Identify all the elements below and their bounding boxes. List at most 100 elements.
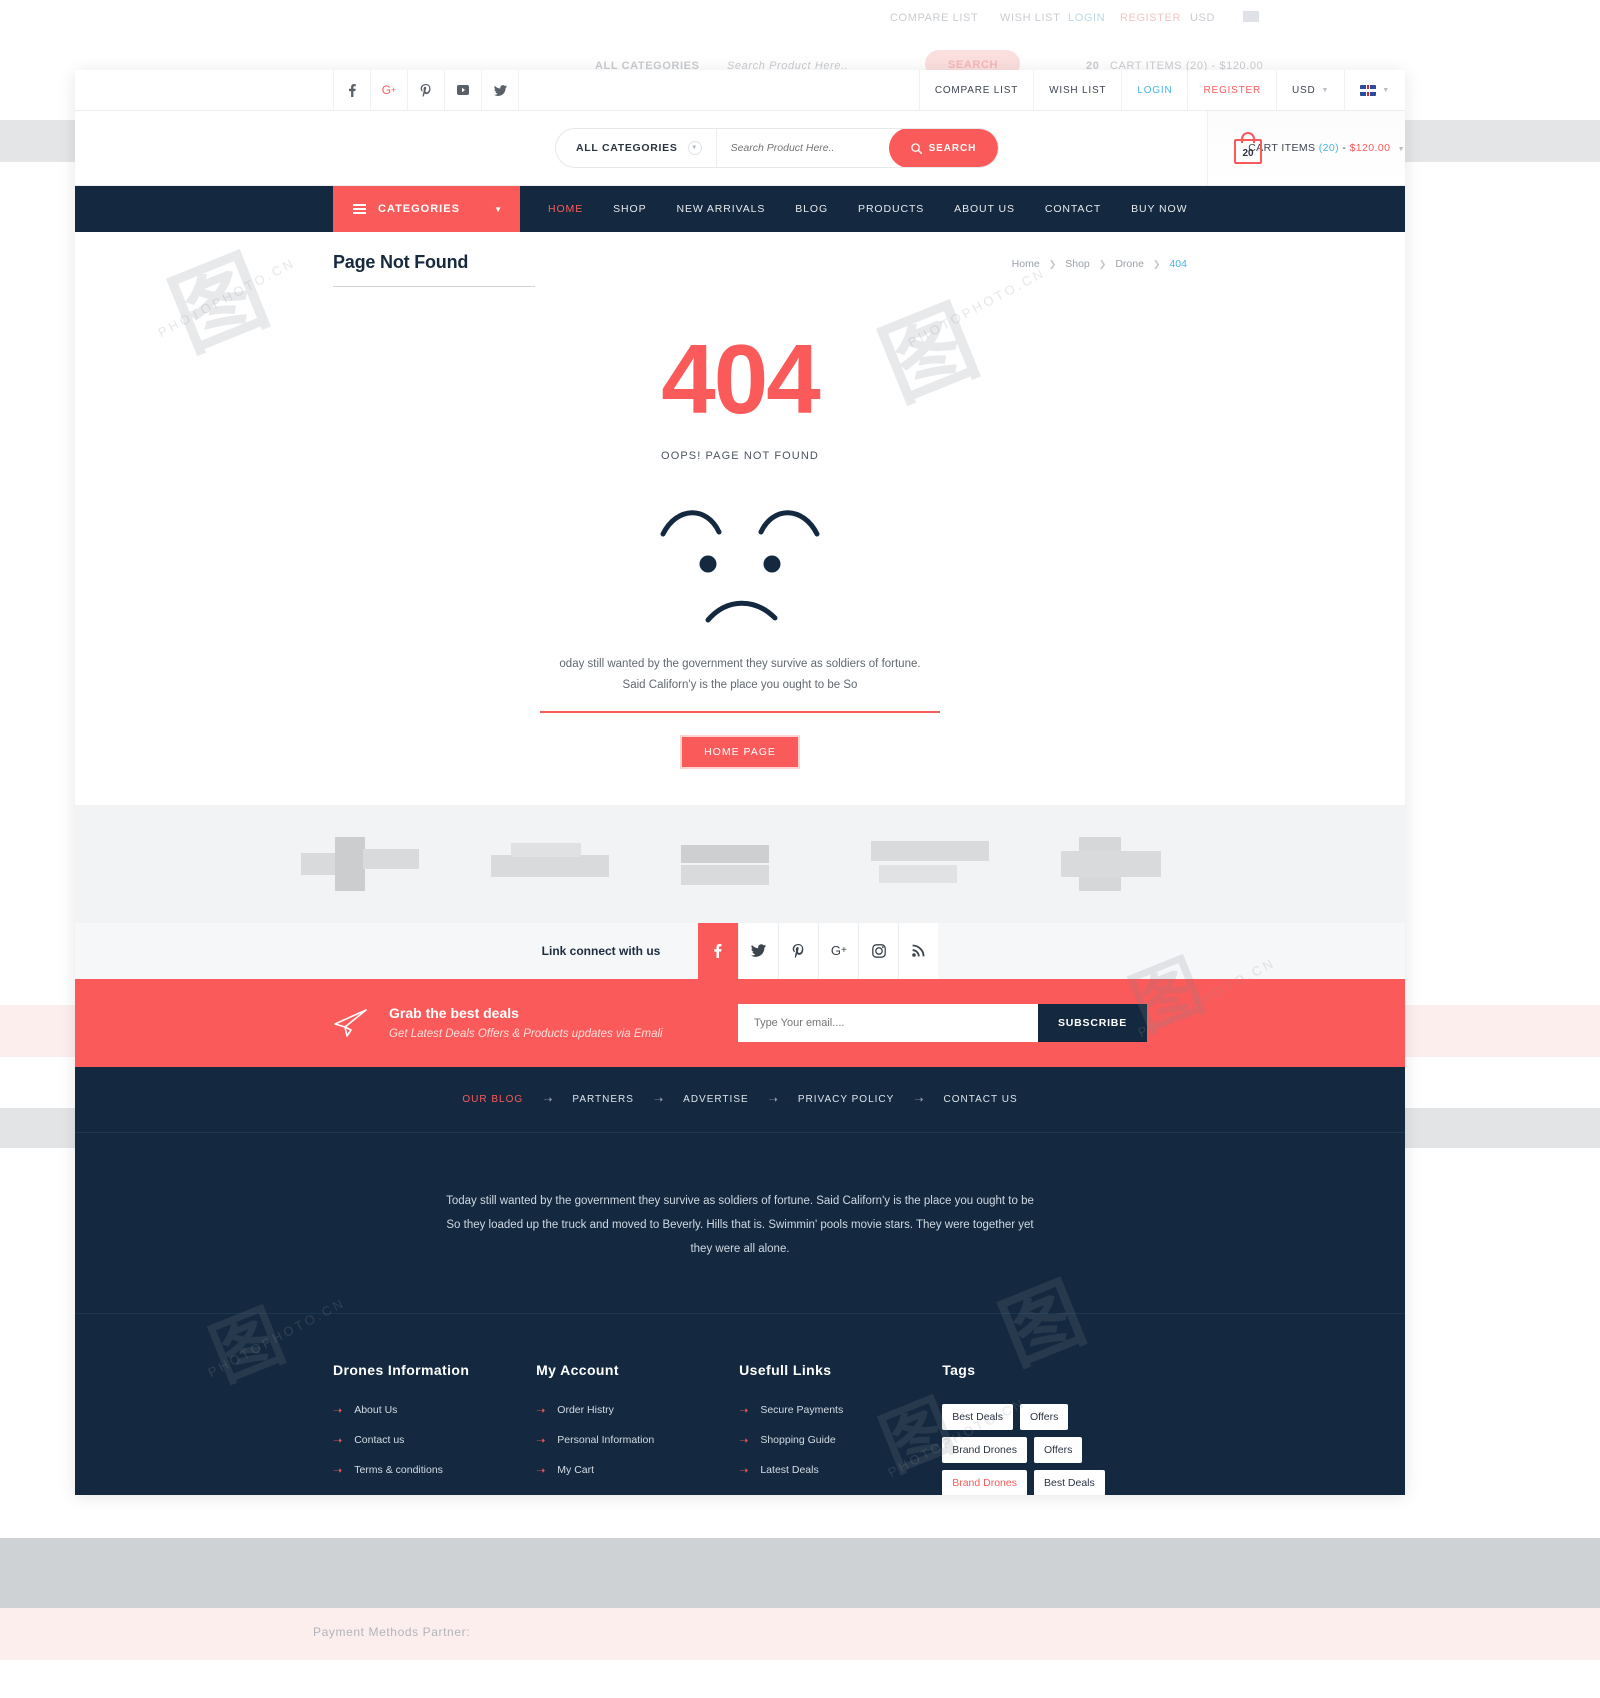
footer-columns: Drones Information ➝ About Us ➝ Contact us… <box>75 1314 1405 1495</box>
cart-summary[interactable]: 20 CART ITEMS (20) - $120.00 ▼ <box>1207 111 1405 185</box>
google-plus-icon[interactable]: G + <box>370 70 408 110</box>
instagram-icon[interactable] <box>858 922 899 979</box>
connect-label: Link connect with us <box>541 943 661 958</box>
twitter-icon[interactable] <box>481 70 519 110</box>
not-found-section: 404 OOPS! PAGE NOT FOUND oday still want… <box>75 330 1405 805</box>
tag-offers[interactable]: Offers <box>1033 1436 1083 1463</box>
arrow-right-icon: ➝ <box>739 1464 749 1477</box>
tag-offers[interactable]: Offers <box>1019 1403 1069 1430</box>
ghost-currency: USD <box>1190 12 1216 24</box>
footer-item-best-sellers[interactable]: ➝ Best Sellers <box>739 1494 942 1495</box>
chevron-down-icon: ▼ <box>1321 86 1330 94</box>
footer-item-label: Order Histry <box>557 1404 614 1417</box>
google-plus-icon[interactable]: G + <box>818 922 859 979</box>
all-categories-label: ALL CATEGORIES <box>576 142 678 154</box>
footer-item-about-us[interactable]: ➝ About Us <box>333 1404 536 1417</box>
subscribe-button[interactable]: SUBSCRIBE <box>1037 1003 1147 1042</box>
breadcrumb-item-home[interactable]: Home <box>1012 258 1040 270</box>
footer-column-title: Tags <box>942 1361 976 1378</box>
chevron-right-icon: ❯ <box>1048 258 1057 269</box>
breadcrumb-item-drone[interactable]: Drone <box>1115 258 1144 270</box>
home-page-button[interactable]: HOME PAGE <box>680 734 800 769</box>
arrow-right-icon: ➝ <box>536 1404 546 1417</box>
arrow-right-icon: ➝ <box>739 1404 749 1417</box>
cart-bag-icon: 20 <box>1234 132 1262 164</box>
footer-item-label: Privacy Policy <box>354 1494 419 1495</box>
ghost-flag-icon <box>1243 11 1259 22</box>
footer-item-secure-payments[interactable]: ➝ Secure Payments <box>739 1404 942 1417</box>
rss-icon[interactable] <box>898 922 939 979</box>
footer-item-order-history[interactable]: ➝ Order Histry <box>536 1404 739 1417</box>
site-frame: G + COMPARE LIST WISH LIST LOGIN REGISTER… <box>75 70 1405 1495</box>
footer-item-label: Latest Deals <box>760 1464 819 1477</box>
facebook-icon[interactable] <box>333 70 371 110</box>
nav-link-products[interactable]: PRODUCTS <box>858 203 924 215</box>
search-button[interactable]: SEARCH <box>888 129 999 167</box>
footer-item-label: Contact us <box>354 1434 405 1447</box>
tag-brand-drones[interactable]: Brand Drones <box>942 1436 1027 1463</box>
arrow-right-icon: ➝ <box>536 1434 546 1447</box>
wish-list-link[interactable]: WISH LIST <box>1033 70 1121 110</box>
footer-link-contact-us[interactable]: CONTACT US <box>944 1094 1018 1105</box>
login-link[interactable]: LOGIN <box>1121 70 1187 110</box>
breadcrumb-item-shop[interactable]: Shop <box>1065 258 1090 270</box>
newsletter-section: Grab the best deals Get Latest Deals Off… <box>75 978 1405 1067</box>
tag-best-deals[interactable]: Best Deals <box>1033 1469 1105 1495</box>
footer-item-personal-information[interactable]: ➝ Personal Information <box>536 1434 739 1447</box>
footer-link-advertise[interactable]: ADVERTISE <box>683 1094 749 1105</box>
pinterest-icon[interactable] <box>407 70 445 110</box>
chevron-down-icon: ▼ <box>1382 86 1390 94</box>
facebook-icon[interactable] <box>698 922 739 979</box>
currency-selector[interactable]: USD ▼ <box>1276 70 1344 110</box>
ghost-register: REGISTER <box>1120 12 1182 24</box>
compare-list-link[interactable]: COMPARE LIST <box>918 70 1033 110</box>
social-connect-bar: Link connect with us G + <box>75 922 1405 979</box>
topbar-social-list: G + <box>333 70 519 110</box>
nav-link-buy-now[interactable]: BUY NOW <box>1131 203 1187 215</box>
footer-column-title: My Account <box>536 1361 619 1378</box>
footer-item-checkout-pay[interactable]: ➝ Checkout & Pay <box>536 1494 739 1495</box>
nav-link-blog[interactable]: BLOG <box>795 203 828 215</box>
arrow-right-icon: ➝ <box>739 1494 748 1496</box>
hamburger-icon <box>353 204 366 214</box>
footer-item-my-cart[interactable]: ➝ My Cart <box>536 1464 739 1477</box>
footer-link-partners[interactable]: PARTNERS <box>572 1094 634 1105</box>
search-button-label: SEARCH <box>928 142 977 154</box>
newsletter-email-input[interactable] <box>737 1003 1038 1042</box>
ghost-login: LOGIN <box>1068 12 1106 24</box>
footer-item-label: Personal Information <box>557 1434 655 1447</box>
register-link[interactable]: REGISTER <box>1187 70 1276 110</box>
tag-brand-drones-active[interactable]: Brand Drones <box>942 1469 1027 1495</box>
nav-link-about-us[interactable]: ABOUT US <box>954 203 1015 215</box>
footer-item-terms-conditions[interactable]: ➝ Terms & conditions <box>333 1464 536 1477</box>
pinterest-icon[interactable] <box>778 922 819 979</box>
language-selector[interactable]: ▼ <box>1344 70 1405 110</box>
error-code: 404 <box>661 324 821 434</box>
footer-link-our-blog[interactable]: OUR BLOG <box>462 1094 523 1105</box>
footer-item-latest-deals[interactable]: ➝ Latest Deals <box>739 1464 942 1477</box>
youtube-icon[interactable] <box>444 70 482 110</box>
nav-link-new-arrivals[interactable]: NEW ARRIVALS <box>676 203 765 215</box>
footer-item-contact-us[interactable]: ➝ Contact us <box>333 1434 536 1447</box>
tag-best-deals[interactable]: Best Deals <box>942 1403 1013 1430</box>
footer-about: Today still wanted by the government the… <box>75 1133 1405 1314</box>
footer-item-label: Best Sellers <box>760 1494 816 1495</box>
categories-button[interactable]: CATEGORIES ▼ <box>333 186 520 232</box>
nav-link-home[interactable]: HOME <box>548 203 583 215</box>
brand-logo-placeholder <box>491 837 609 891</box>
arrow-right-icon: ➝ <box>914 1093 924 1106</box>
footer-about-text: Today still wanted by the government the… <box>446 1194 1034 1255</box>
chevron-down-icon: ▼ <box>1397 146 1405 153</box>
newsletter-subtitle: Get Latest Deals Offers & Products updat… <box>389 1028 663 1041</box>
footer-item-privacy-policy[interactable]: ➝ Privacy Policy <box>333 1494 536 1495</box>
footer-item-shopping-guide[interactable]: ➝ Shopping Guide <box>739 1434 942 1447</box>
nav-link-contact[interactable]: CONTACT <box>1045 203 1101 215</box>
nav-link-shop[interactable]: SHOP <box>613 203 646 215</box>
footer-link-privacy-policy[interactable]: PRIVACY POLICY <box>798 1094 894 1105</box>
twitter-icon[interactable] <box>738 922 779 979</box>
footer-item-label: Secure Payments <box>760 1404 844 1417</box>
arrow-right-icon: ➝ <box>536 1464 546 1477</box>
uk-flag-icon <box>1360 84 1377 96</box>
search-input[interactable] <box>716 129 889 167</box>
all-categories-dropdown[interactable]: ALL CATEGORIES ▼ <box>556 129 717 167</box>
